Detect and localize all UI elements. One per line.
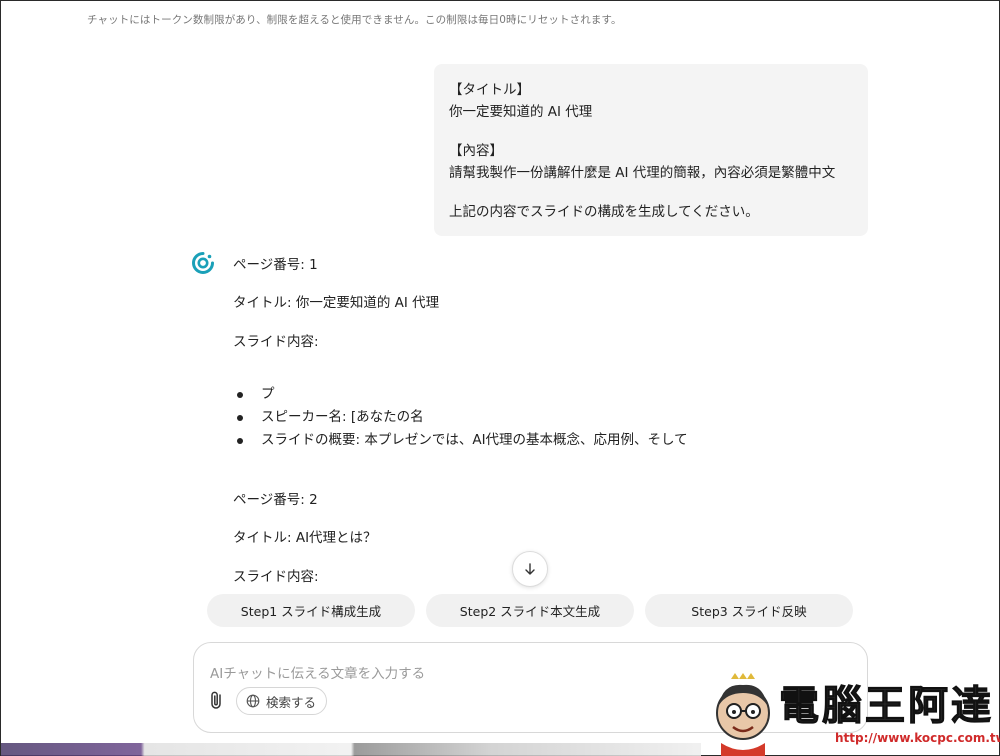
background-page-strip [1,743,701,756]
user-message-line: 【內容】 [449,143,503,159]
user-message-line: 請幫我製作一份講解什麼是 AI 代理的簡報，內容必須是繁體中文 [449,165,836,181]
scroll-to-bottom-button[interactable] [512,551,548,587]
user-message-line: 上記の内容でスライドの構成を生成してください。 [449,204,759,220]
slide-title: タイトル: AI代理とは？ [233,530,377,546]
assistant-logo-icon [192,252,214,274]
token-limit-notice: チャットにはトークン数制限があり、制限を超えると使用できません。この制限は毎日0… [87,14,622,26]
user-message-line: 你一定要知道的 AI 代理 [449,104,593,120]
step1-button[interactable]: Step1 スライド構成生成 [207,594,415,627]
page-number-label: ページ番号: 2 [233,492,318,508]
slide-content-label: スライド内容: [233,569,319,585]
list-item: スライドの概要: 本プレゼンでは、AI代理の基本概念、応用例、そして [233,429,688,452]
watermark-brand: 電腦王阿達 [779,683,994,730]
globe-icon [246,694,260,708]
step3-button[interactable]: Step3 スライド反映 [645,594,853,627]
mascot-logo [716,673,770,756]
watermark-url: http://www.kocpc.com.tw [835,731,1000,745]
paperclip-icon[interactable] [208,690,226,710]
site-watermark: 電腦王阿達 http://www.kocpc.com.tw [701,669,1000,756]
list-item: プ [233,383,688,406]
slide-bullet-list: プ スピーカー名: [あなたの名 スライドの概要: 本プレゼンでは、AI代理の基… [233,383,688,452]
list-item: スピーカー名: [あなたの名 [233,406,688,429]
user-message-bubble: 【タイトル】 你一定要知道的 AI 代理 【內容】 請幫我製作一份講解什麼是 A… [434,64,868,236]
arrow-down-icon [525,563,535,575]
search-toggle-label: 検索する [266,694,317,710]
page-number-label: ページ番号: 1 [233,257,318,273]
slide-title: タイトル: 你一定要知道的 AI 代理 [233,295,440,311]
step2-button[interactable]: Step2 スライド本文生成 [426,594,634,627]
chat-input[interactable]: AIチャットに伝える文章を入力する [210,662,425,682]
web-search-toggle[interactable]: 検索する [236,687,328,715]
slide-content-label: スライド内容: [233,334,319,350]
user-message-line: 【タイトル】 [449,82,530,98]
